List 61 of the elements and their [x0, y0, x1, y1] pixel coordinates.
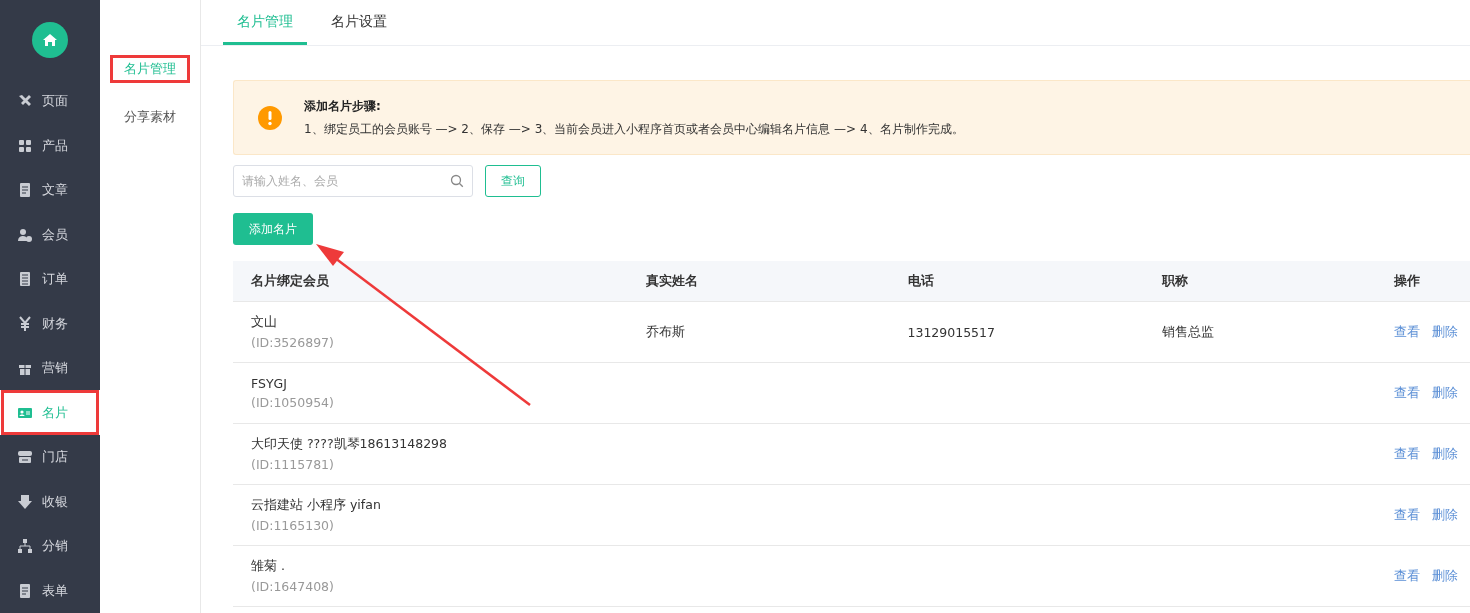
- action-link[interactable]: 删除: [1432, 506, 1458, 522]
- phone-number: 13129015517: [907, 324, 995, 340]
- notice-text: 1、绑定员工的会员账号 —> 2、保存 —> 3、当前会员进入小程序首页或者会员中心编辑名片信息 —> 4、名片制作完成。: [304, 120, 964, 138]
- column-header: 职称: [1161, 272, 1188, 288]
- sidebar-item[interactable]: 会员: [0, 212, 100, 258]
- job-title: 销售总监: [1161, 323, 1214, 339]
- member-name: 大印天使 ????凯琴18613148298: [251, 436, 448, 453]
- member-id: (ID:1050954): [251, 395, 335, 410]
- subnav-item[interactable]: 分享素材: [110, 103, 190, 131]
- query-button[interactable]: 查询: [485, 165, 541, 197]
- notice-title: 添加名片步骤:: [304, 97, 382, 115]
- action-link[interactable]: 查看: [1394, 445, 1420, 461]
- menu-item-icon: [17, 182, 33, 199]
- sidebar-item[interactable]: 名片: [0, 390, 100, 435]
- action-link[interactable]: 删除: [1432, 567, 1458, 583]
- subnav-item[interactable]: 名片管理: [110, 55, 190, 83]
- real-name: 乔布斯: [646, 323, 686, 339]
- action-link[interactable]: 删除: [1432, 323, 1458, 339]
- member-name: 云指建站 小程序 yifan: [251, 497, 382, 514]
- sidebar-item[interactable]: 表单: [0, 568, 100, 613]
- sidebar-item[interactable]: 门店: [0, 434, 100, 480]
- sidebar-item[interactable]: 文章: [0, 168, 100, 213]
- column-header: 名片绑定会员: [251, 272, 329, 288]
- add-card-button[interactable]: 添加名片: [233, 213, 313, 245]
- sidebar-item[interactable]: 订单: [0, 257, 100, 302]
- menu-item-icon: [17, 493, 33, 510]
- action-link[interactable]: 查看: [1394, 506, 1420, 522]
- member-id: (ID:1647408): [251, 579, 335, 594]
- tab[interactable]: 名片管理: [223, 0, 307, 45]
- search-icon: [450, 174, 464, 188]
- member-name: 雏菊 .: [251, 558, 286, 575]
- action-link[interactable]: 删除: [1432, 384, 1458, 400]
- column-header: 操作: [1394, 272, 1420, 288]
- sidebar-item[interactable]: 页面: [0, 79, 100, 124]
- warning-icon: [258, 105, 282, 130]
- tab[interactable]: 名片设置: [317, 0, 401, 45]
- sidebar-item[interactable]: 分销: [0, 523, 100, 569]
- menu-item-icon: [17, 271, 33, 288]
- member-name: FSYGJ: [251, 376, 288, 391]
- action-link[interactable]: 查看: [1394, 567, 1420, 583]
- home-icon[interactable]: [32, 21, 68, 58]
- member-id: (ID:1165130): [251, 518, 335, 533]
- menu-item-icon: [17, 538, 33, 555]
- menu-item-icon: [17, 137, 33, 154]
- member-id: (ID:3526897): [251, 335, 335, 350]
- menu-item-icon: [17, 449, 33, 466]
- column-header: 真实姓名: [646, 272, 699, 288]
- member-id: (ID:1115781): [251, 457, 335, 472]
- member-name: 文山: [251, 314, 278, 331]
- menu-item-icon: [17, 315, 33, 332]
- sidebar-item[interactable]: 营销: [0, 346, 100, 391]
- column-header: 电话: [907, 272, 934, 288]
- menu-item-icon: [17, 582, 33, 599]
- sidebar-item[interactable]: 产品: [0, 123, 100, 169]
- action-link[interactable]: 查看: [1394, 384, 1420, 400]
- menu-item-icon: [17, 226, 33, 243]
- search-field[interactable]: 请输入姓名、会员: [233, 165, 473, 197]
- sidebar-item[interactable]: 财务: [0, 301, 100, 346]
- action-link[interactable]: 删除: [1432, 445, 1458, 461]
- action-link[interactable]: 查看: [1394, 323, 1420, 339]
- sidebar-item[interactable]: 收银: [0, 479, 100, 524]
